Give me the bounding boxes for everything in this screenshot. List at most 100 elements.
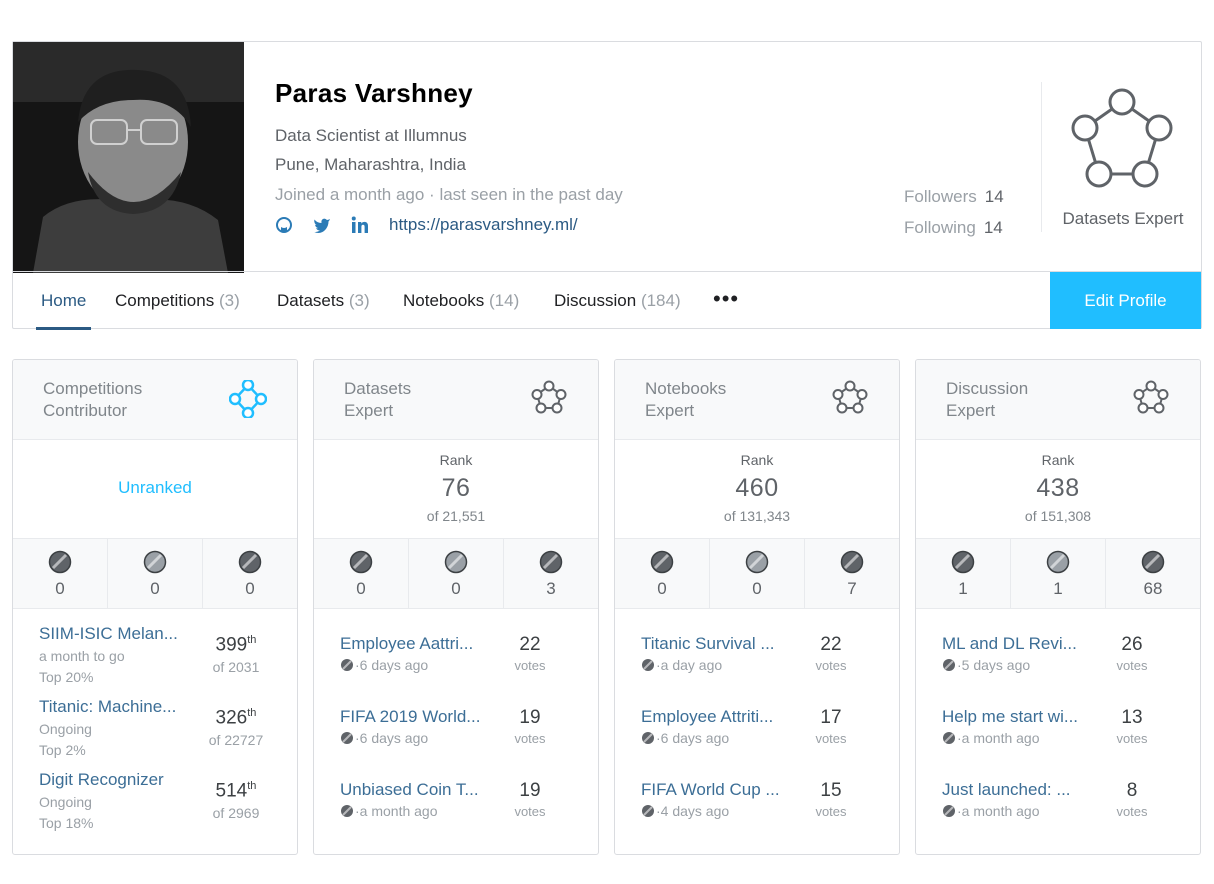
website-link[interactable]: https://parasvarshney.ml/ [389,215,578,235]
edit-profile-button[interactable]: Edit Profile [1050,272,1201,329]
card-title-category: Competitions [43,379,143,398]
rank-area: Rank 438 of 151,308 [916,440,1200,538]
item-votes[interactable]: 8 [1102,780,1162,802]
tab-competitions[interactable]: Competitions (3) [115,272,240,329]
item-meta: ·6 days ago [340,730,428,746]
medal-count: 68 [1143,579,1163,598]
medal-cell[interactable]: 1 [916,539,1011,608]
item-meta: ·a month ago [942,803,1040,819]
tab-notebooks[interactable]: Notebooks (14) [403,272,519,329]
github-icon[interactable] [275,216,293,234]
list-item[interactable]: Help me start wi... ·a month ago 13 votes [916,707,1200,773]
profile-occupation: Data Scientist at Illumnus [275,126,467,145]
list-item[interactable]: Employee Aattri... ·6 days ago 22 votes [314,634,598,700]
medal-cell[interactable]: 0 [13,539,108,608]
item-title[interactable]: Help me start wi... [942,707,1092,727]
item-date: ·6 days ago [355,657,429,673]
list-item[interactable]: Titanic: Machine... Ongoing Top 2% 326th of … [13,697,297,763]
item-title[interactable]: FIFA World Cup ... [641,780,791,800]
pentagon-network-icon [531,380,567,414]
item-votes-label: votes [815,731,847,746]
list-item[interactable]: SIIM-ISIC Melan... a month to go Top 20% 39… [13,624,297,690]
item-title[interactable]: Titanic Survival ... [641,634,791,654]
medal-cell[interactable]: 7 [805,539,899,608]
item-title[interactable]: Just launched: ... [942,780,1092,800]
item-date: ·a month ago [957,730,1040,746]
list-item[interactable]: Employee Attriti... ·6 days ago 17 votes [615,707,899,773]
medal-row: 1 1 68 [916,538,1200,609]
item-meta: ·a month ago [340,803,438,819]
following-stat[interactable]: Following 14 [904,218,1044,238]
position-value: 326 [215,707,248,729]
item-date: ·6 days ago [355,730,429,746]
medal-cell[interactable]: 0 [615,539,710,608]
item-title[interactable]: SIIM-ISIC Melan... [39,624,189,644]
item-date: ·a day ago [656,657,723,673]
item-title[interactable]: Employee Aattri... [340,634,490,654]
rank-of: of 21,551 [426,508,486,524]
silver-medal-icon [1046,550,1070,574]
list-item[interactable]: Just launched: ... ·a month ago 8 votes [916,780,1200,846]
item-votes[interactable]: 22 [801,634,861,656]
medal-cell[interactable]: 0 [710,539,805,608]
twitter-icon[interactable] [313,216,331,234]
item-title[interactable]: Unbiased Coin T... [340,780,490,800]
medal-count: 0 [752,579,762,598]
list-item[interactable]: ML and DL Revi... ·5 days ago 26 votes [916,634,1200,700]
vote-dot-icon [642,659,654,671]
vote-dot-icon [341,659,353,671]
item-position-of: of 2969 [212,805,260,821]
item-votes-label: votes [815,658,847,673]
medal-count: 0 [451,579,461,598]
rank-area: Rank 76 of 21,551 [314,440,598,538]
unranked-link[interactable]: Unranked [13,478,297,498]
card-title-category: Notebooks [645,379,727,398]
item-title[interactable]: Digit Recognizer [39,770,189,790]
list-item[interactable]: FIFA 2019 World... ·6 days ago 19 votes [314,707,598,773]
followers-stat[interactable]: Followers 14 [904,187,1044,207]
item-votes-label: votes [1116,804,1148,819]
list-item[interactable]: FIFA World Cup ... ·4 days ago 15 votes [615,780,899,846]
item-votes[interactable]: 17 [801,707,861,729]
list-item[interactable]: Titanic Survival ... ·a day ago 22 votes [615,634,899,700]
item-votes[interactable]: 13 [1102,707,1162,729]
tab-label: Competitions [115,291,215,310]
tab-home[interactable]: Home [35,272,92,330]
item-votes[interactable]: 19 [500,780,560,802]
followers-label: Followers [904,187,977,206]
item-title[interactable]: ML and DL Revi... [942,634,1092,654]
tier-card: Competitions Contributor Unranked 0 0 0 SIIM-I… [12,359,298,855]
item-votes[interactable]: 26 [1102,634,1162,656]
medal-cell[interactable]: 0 [108,539,203,608]
bronze-medal-icon [238,550,262,574]
medal-cell[interactable]: 3 [504,539,598,608]
position-suffix: th [247,707,257,719]
medal-cell[interactable]: 1 [1011,539,1106,608]
item-votes[interactable]: 15 [801,780,861,802]
item-title[interactable]: Titanic: Machine... [39,697,189,717]
item-title[interactable]: Employee Attriti... [641,707,791,727]
tab-label: Datasets [277,291,345,310]
tab-discussion[interactable]: Discussion (184) [554,272,681,329]
list-item[interactable]: Unbiased Coin T... ·a month ago 19 votes [314,780,598,846]
card-title: Notebooks Expert [645,378,726,422]
list-item[interactable]: Digit Recognizer Ongoing Top 18% 514th of 29… [13,770,297,836]
more-tabs-button[interactable]: ••• [713,272,739,329]
medal-cell[interactable]: 0 [409,539,504,608]
rank-value: 76 [441,474,471,502]
medal-cell[interactable]: 68 [1106,539,1200,608]
card-header: Discussion Expert [916,360,1200,440]
silver-medal-icon [745,550,769,574]
medal-cell[interactable]: 0 [314,539,409,608]
rank-area: Rank 460 of 131,343 [615,440,899,538]
item-meta: ·a month ago [942,730,1040,746]
tab-datasets[interactable]: Datasets (3) [277,272,370,329]
linkedin-icon[interactable] [351,216,369,234]
item-votes[interactable]: 19 [500,707,560,729]
avatar[interactable] [13,42,244,273]
item-votes[interactable]: 22 [500,634,560,656]
medal-cell[interactable]: 0 [203,539,297,608]
item-title[interactable]: FIFA 2019 World... [340,707,490,727]
rank-value: 438 [1036,474,1080,502]
card-header: Notebooks Expert [615,360,899,440]
